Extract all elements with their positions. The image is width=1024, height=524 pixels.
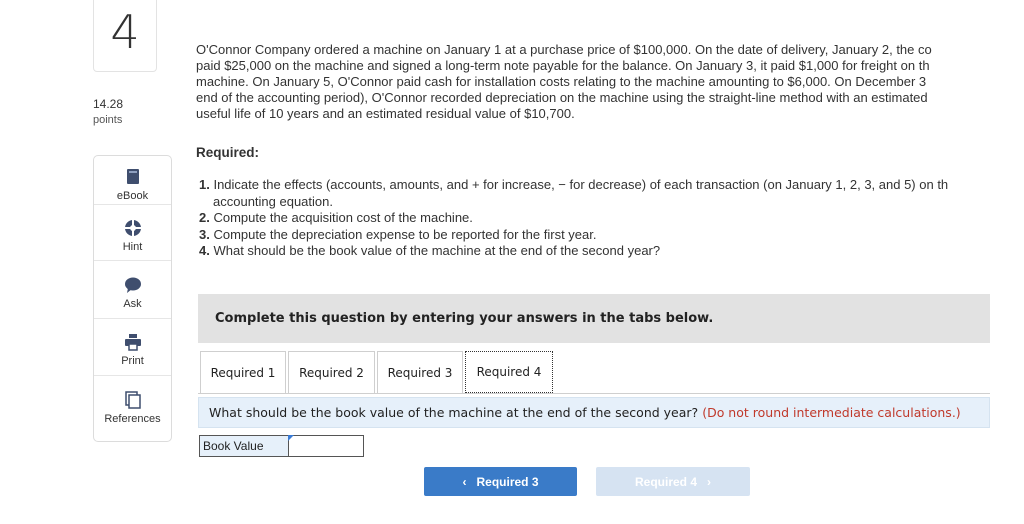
tool-label: Hint [122, 241, 143, 253]
tab-required-4[interactable]: Required 4 [465, 351, 553, 393]
required-heading: Required: [196, 145, 260, 160]
tool-ask[interactable]: Ask [94, 276, 171, 310]
prev-button[interactable]: ‹ Required 3 [424, 467, 577, 496]
book-value-input[interactable] [288, 435, 364, 457]
problem-line: machine. On January 5, O'Connor paid cas… [196, 74, 927, 89]
tool-hint[interactable]: Hint [94, 219, 171, 253]
tab-required-3[interactable]: Required 3 [377, 351, 463, 393]
required-item: 1. Indicate the effects (accounts, amoun… [199, 177, 949, 192]
prompt-note: (Do not round intermediate calculations.… [702, 405, 961, 420]
tool-ebook[interactable]: eBook [94, 168, 171, 202]
chevron-left-icon: ‹ [462, 474, 467, 489]
divider [94, 318, 171, 319]
book-value-label: Book Value [199, 435, 288, 457]
chat-bubble-icon [124, 277, 141, 293]
required-item-continued: accounting equation. [213, 193, 333, 209]
prev-button-label: Required 3 [476, 474, 539, 489]
tool-print[interactable]: Print [94, 333, 171, 367]
documents-icon [124, 391, 141, 409]
question-number: 4 [110, 5, 140, 59]
tab-divider [198, 393, 990, 394]
tool-label: Print [121, 355, 144, 367]
instruction-text: Complete this question by entering your … [215, 311, 714, 326]
next-button-label: Required 4 [634, 474, 697, 489]
tool-label: Ask [123, 298, 142, 310]
printer-icon [124, 334, 141, 351]
divider [94, 260, 171, 261]
required-item: 4. What should be the book value of the … [199, 243, 661, 258]
points-label: points [93, 114, 123, 126]
tool-references[interactable]: References [94, 391, 171, 425]
tab-required-2[interactable]: Required 2 [288, 351, 375, 393]
prompt-bar: What should be the book value of the mac… [198, 397, 990, 428]
problem-line: O'Connor Company ordered a machine on Ja… [196, 42, 932, 57]
tool-label: References [104, 413, 161, 425]
instruction-banner: Complete this question by entering your … [198, 294, 990, 343]
divider [94, 204, 171, 205]
chevron-right-icon: › [707, 474, 711, 489]
divider [94, 375, 171, 376]
required-list: 1. Indicate the effects (accounts, amoun… [199, 177, 1024, 260]
required-item: 2. Compute the acquisition cost of the m… [199, 210, 473, 225]
problem-line: paid $25,000 on the machine and signed a… [196, 58, 930, 73]
question-number-box: 4 [93, 0, 157, 72]
book-icon [126, 169, 139, 184]
tab-required-1[interactable]: Required 1 [200, 351, 286, 393]
tool-label: eBook [116, 190, 149, 202]
prompt-text: What should be the book value of the mac… [209, 405, 699, 420]
required-item: 3. Compute the depreciation expense to b… [199, 226, 597, 242]
hint-icon [124, 220, 141, 236]
points-value: 14.28 [93, 97, 124, 111]
problem-text: O'Connor Company ordered a machine on Ja… [196, 42, 1024, 122]
next-button[interactable]: Required 4 › [596, 467, 750, 496]
problem-line: end of the accounting period), O'Connor … [196, 90, 928, 105]
problem-line: useful life of 10 years and an estimated… [196, 106, 575, 121]
tools-panel: eBook Hint Ask Print References [93, 155, 172, 442]
